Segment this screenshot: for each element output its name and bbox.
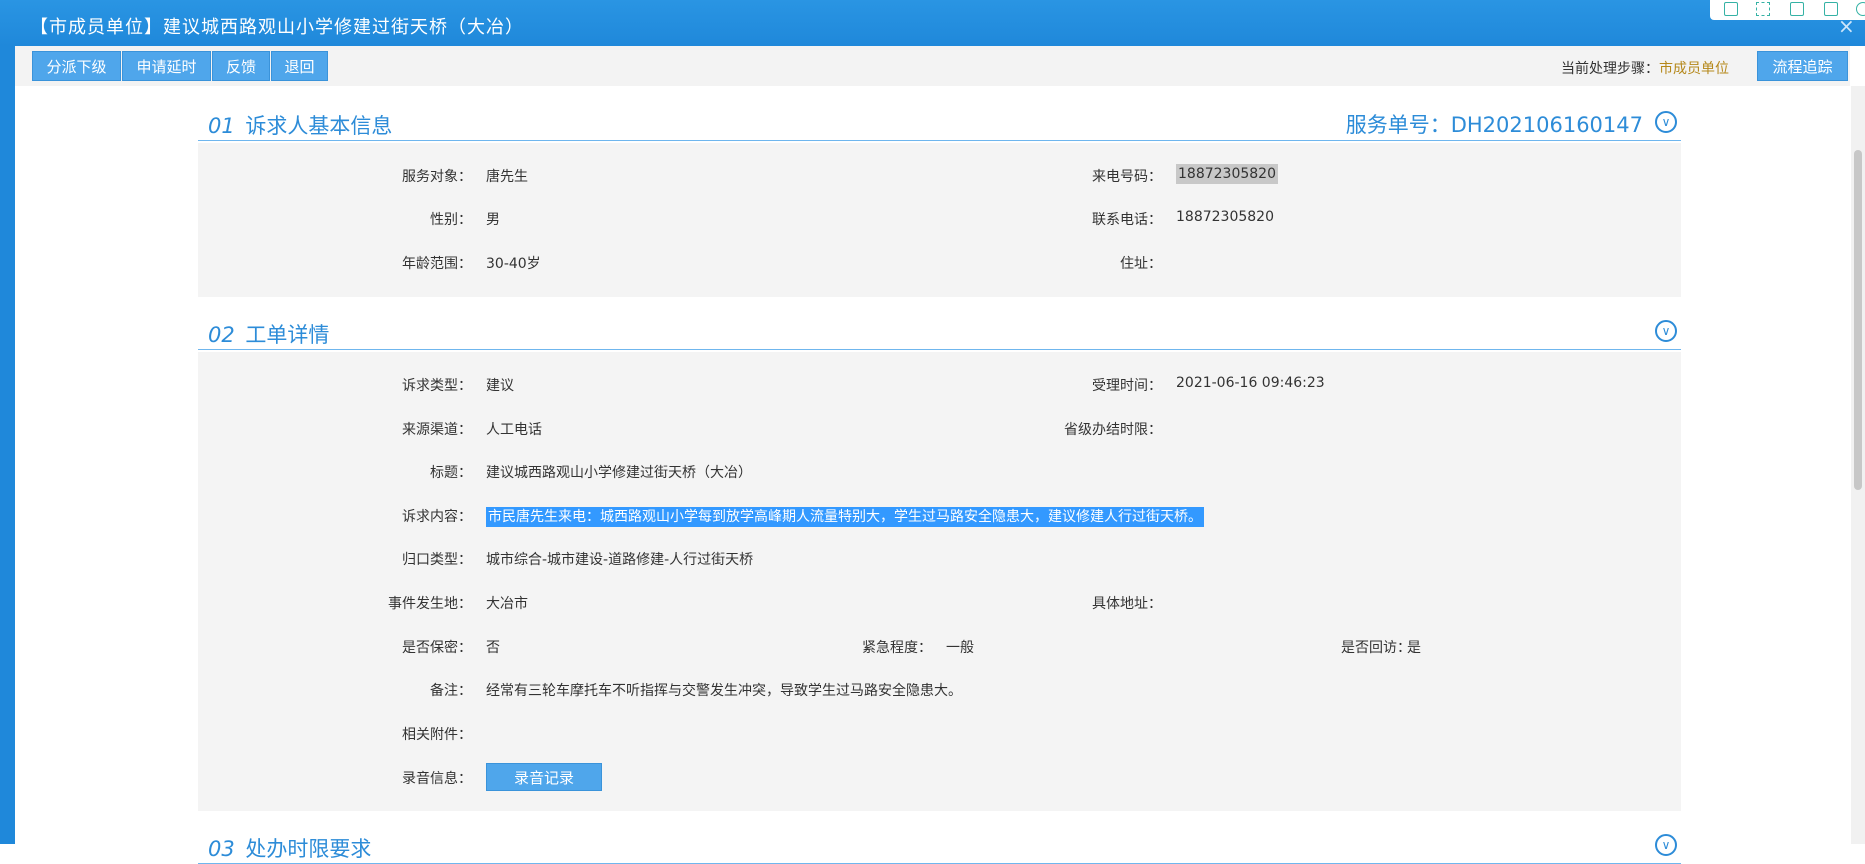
remark-value: 经常有三轮车摩托车不听指挥与交警发生冲突，导致学生过马路安全隐患大。: [486, 683, 962, 699]
category-value: 城市综合-城市建设-道路修建-人行过街天桥: [486, 552, 754, 568]
service-number-label: 服务单号：: [1345, 113, 1451, 137]
service-target-label: 服务对象：: [402, 169, 472, 185]
detail-address-label: 具体地址：: [1092, 596, 1162, 612]
section-number: 02: [208, 323, 235, 347]
location-value: 大冶市: [486, 596, 528, 612]
content-value[interactable]: 市民唐先生来电：城西路观山小学每到放学高峰期人流量特别大，学生过马路安全隐患大，…: [486, 506, 1204, 527]
chevron-down-icon[interactable]: ∨: [1655, 111, 1677, 133]
attachment-label: 相关附件：: [402, 727, 472, 743]
service-number: 服务单号：DH202106160147: [1346, 109, 1643, 139]
chevron-down-icon[interactable]: ∨: [1655, 320, 1677, 342]
fullscreen-icon[interactable]: [1756, 2, 1770, 16]
dispatch-button[interactable]: 分派下级: [32, 51, 121, 81]
caller-phone-value: 18872305820: [1176, 164, 1278, 184]
return-button[interactable]: 退回: [271, 51, 328, 81]
type-label: 诉求类型：: [402, 378, 472, 394]
content-label: 诉求内容：: [402, 509, 472, 525]
channel-value: 人工电话: [486, 422, 542, 438]
deadline-label: 省级办结时限：: [1064, 422, 1162, 438]
gender-label: 性别：: [430, 212, 472, 228]
location-label: 事件发生地：: [388, 596, 472, 612]
window-title: 【市成员单位】建议城西路观山小学修建过街天桥（大冶）: [30, 17, 524, 38]
section-number: 03: [208, 837, 235, 861]
flow-trace-button[interactable]: 流程追踪: [1757, 51, 1848, 81]
category-label: 归口类型：: [402, 552, 472, 568]
contact-phone-label: 联系电话：: [1092, 212, 1162, 228]
section-basic-info-header: 01 诉求人基本信息 服务单号：DH202106160147 ∨: [198, 106, 1681, 141]
accept-time-value: 2021-06-16 09:46:23: [1176, 375, 1325, 391]
close-icon[interactable]: ×: [1838, 14, 1855, 38]
type-value: 建议: [486, 378, 514, 394]
scrollbar-thumb[interactable]: [1854, 150, 1862, 490]
extend-request-button[interactable]: 申请延时: [122, 51, 211, 81]
window-titlebar: 【市成员单位】建议城西路观山小学修建过街天桥（大冶）: [0, 0, 1865, 46]
service-number-value: DH202106160147: [1450, 113, 1643, 137]
section-title-text: 工单详情: [245, 323, 330, 347]
secret-label: 是否保密：: [402, 640, 472, 656]
accept-time-label: 受理时间：: [1092, 378, 1162, 394]
caller-phone-text: 18872305820: [1176, 164, 1278, 184]
section-title: 01 诉求人基本信息: [208, 110, 392, 140]
channel-label: 来源渠道：: [402, 422, 472, 438]
section-title-text: 处办时限要求: [245, 837, 372, 861]
subject-label: 标题：: [430, 465, 472, 481]
section-title: 02 工单详情: [208, 319, 329, 349]
section-number: 01: [208, 114, 235, 138]
section-deadline-header: 03 处办时限要求 ∨: [198, 829, 1681, 864]
export-icon[interactable]: [1824, 2, 1838, 16]
feedback-button[interactable]: 反馈: [212, 51, 270, 81]
service-target-value: 唐先生: [486, 169, 528, 185]
mobile-icon[interactable]: [1724, 2, 1738, 16]
settings-icon[interactable]: [1856, 2, 1865, 16]
chevron-down-icon[interactable]: ∨: [1655, 834, 1677, 856]
content-selected-text[interactable]: 市民唐先生来电：城西路观山小学每到放学高峰期人流量特别大，学生过马路安全隐患大，…: [486, 507, 1204, 527]
age-label: 年龄范围：: [402, 256, 472, 272]
current-step-value: 市成员单位: [1659, 61, 1729, 77]
gender-value: 男: [486, 212, 500, 228]
urgency-label: 紧急程度：: [862, 640, 932, 656]
callback-label: 是否回访：: [1341, 640, 1411, 656]
current-step: 当前处理步骤： 市成员单位: [1561, 58, 1729, 78]
recording-label: 录音信息：: [402, 771, 472, 787]
recording-button[interactable]: 录音记录: [486, 763, 602, 791]
current-step-label: 当前处理步骤：: [1561, 61, 1659, 77]
secret-value: 否: [486, 640, 500, 656]
section-order-detail-header: 02 工单详情 ∨: [198, 315, 1681, 350]
save-icon[interactable]: [1790, 2, 1804, 16]
address-label: 住址：: [1120, 256, 1162, 272]
toolbar: 分派下级 申请延时 反馈 退回 当前处理步骤： 市成员单位 流程追踪: [15, 46, 1850, 86]
frame-left-border: [0, 46, 15, 844]
callback-value: 是: [1407, 640, 1421, 656]
section-title-text: 诉求人基本信息: [245, 114, 393, 138]
subject-value: 建议城西路观山小学修建过街天桥（大冶）: [486, 465, 752, 481]
urgency-value: 一般: [946, 640, 974, 656]
remark-label: 备注：: [430, 683, 472, 699]
section-title: 03 处办时限要求: [208, 833, 371, 863]
caller-phone-label: 来电号码：: [1092, 169, 1162, 185]
contact-phone-value: 18872305820: [1176, 209, 1274, 225]
age-value: 30-40岁: [486, 256, 541, 272]
